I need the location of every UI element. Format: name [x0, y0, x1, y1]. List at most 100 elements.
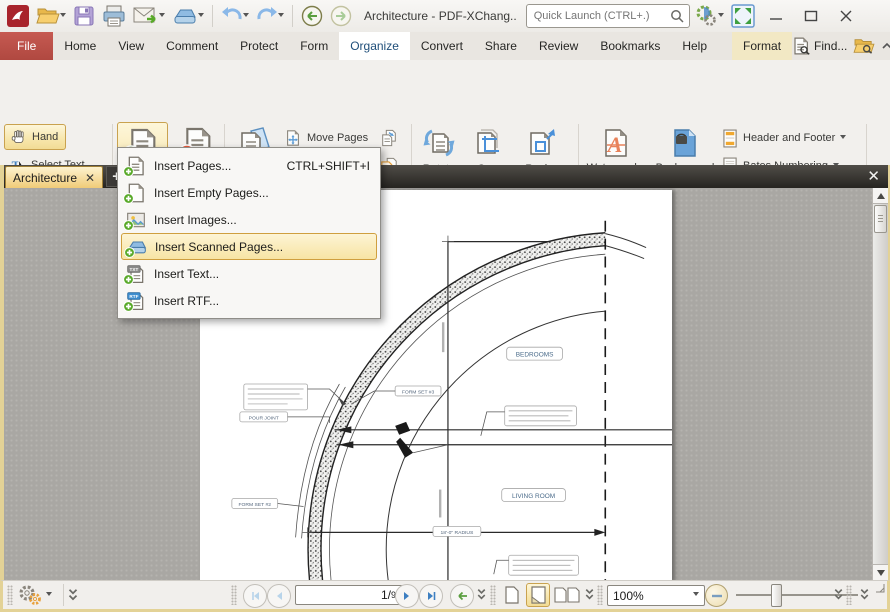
scrollbar-thumb[interactable] — [874, 205, 887, 233]
insert-pages-menu-icon — [126, 156, 146, 176]
redo-caret[interactable] — [278, 13, 284, 20]
menu-item-insert-scanned-pages[interactable]: Insert Scanned Pages... — [121, 233, 377, 260]
email-caret[interactable] — [159, 13, 165, 20]
zoom-out-button[interactable] — [705, 584, 728, 607]
background-icon — [669, 127, 701, 159]
first-page-button[interactable] — [243, 584, 267, 608]
right-grip[interactable] — [846, 585, 852, 605]
zoom-level-combo[interactable]: 100% — [607, 585, 705, 606]
hand-tool-label: Hand — [32, 131, 58, 143]
menu-item-insert-pages[interactable]: Insert Pages... CTRL+SHIFT+I — [121, 152, 377, 179]
search-icon — [670, 9, 684, 23]
last-page-button[interactable] — [419, 584, 443, 608]
statusbar-grip[interactable] — [7, 585, 13, 605]
document-tab-architecture[interactable]: Architecture ✕ — [5, 166, 103, 188]
menu-item-insert-empty-pages[interactable]: Insert Empty Pages... — [121, 179, 377, 206]
scroll-down-button[interactable] — [873, 564, 888, 580]
minimize-button[interactable] — [759, 4, 793, 28]
header-footer-caret[interactable] — [840, 135, 846, 142]
find-label: Find... — [814, 39, 847, 53]
hand-tool-button[interactable]: Hand — [4, 124, 66, 150]
menu-item-insert-text[interactable]: Insert Text... — [121, 260, 377, 287]
find-document-icon — [792, 37, 810, 55]
page-number-input[interactable]: 1/9 — [295, 585, 403, 605]
preferences-gears-button[interactable] — [691, 3, 727, 29]
expand-panel-button[interactable] — [67, 588, 79, 602]
zoom-combo-caret[interactable] — [693, 592, 699, 599]
zoom-slider-thumb[interactable] — [771, 584, 782, 607]
tab-review[interactable]: Review — [528, 32, 589, 60]
menu-item-label: Insert Images... — [154, 213, 237, 227]
preferences-caret[interactable] — [718, 13, 724, 20]
email-button[interactable] — [130, 3, 168, 29]
tab-protect[interactable]: Protect — [229, 32, 289, 60]
fit-width-layout-button[interactable] — [526, 583, 550, 607]
close-button[interactable] — [829, 4, 863, 28]
tab-format[interactable]: Format — [732, 32, 792, 60]
quick-launch-input[interactable] — [532, 9, 666, 23]
scan-button[interactable] — [169, 3, 207, 29]
zoom-more-chevron[interactable] — [833, 588, 844, 601]
find-button[interactable]: Find... — [792, 37, 847, 55]
statusbar-options-caret[interactable] — [46, 592, 52, 599]
living-room-label: LIVING ROOM — [512, 493, 555, 500]
open-file-caret[interactable] — [60, 13, 66, 20]
statusbar-options-button[interactable] — [17, 584, 52, 606]
rotate-pages-icon — [422, 127, 456, 159]
tab-view[interactable]: View — [107, 32, 155, 60]
undo-button[interactable] — [218, 3, 252, 29]
crop-pages-icon — [473, 127, 505, 159]
scroll-up-button[interactable] — [873, 188, 888, 204]
tab-organize[interactable]: Organize — [339, 32, 410, 60]
duplicate-pages-icon — [380, 129, 398, 147]
close-all-tabs-icon[interactable]: ✕ — [867, 167, 880, 185]
next-page-button[interactable] — [395, 584, 419, 608]
tab-share[interactable]: Share — [474, 32, 528, 60]
forward-button[interactable] — [327, 3, 355, 29]
pagenav-grip[interactable] — [231, 585, 237, 605]
single-page-layout-button[interactable] — [500, 583, 524, 607]
radius-dimension-label: 18'-0" RADIUS — [441, 530, 474, 536]
overflow-chevron[interactable] — [859, 588, 870, 601]
tab-bookmarks[interactable]: Bookmarks — [589, 32, 671, 60]
menu-item-insert-images[interactable]: Insert Images... — [121, 206, 377, 233]
undo-caret[interactable] — [243, 13, 249, 20]
two-page-layout-button[interactable] — [552, 583, 582, 607]
tab-form[interactable]: Form — [289, 32, 339, 60]
scan-caret[interactable] — [198, 13, 204, 20]
insert-scanned-pages-menu-icon — [127, 237, 147, 257]
view-history-chevron[interactable] — [476, 588, 487, 601]
fullscreen-button[interactable] — [728, 3, 758, 29]
save-button[interactable] — [70, 3, 98, 29]
window-title: Architecture - PDF-XChang.. — [364, 9, 517, 23]
insert-text-menu-icon — [126, 264, 146, 284]
maximize-button[interactable] — [794, 4, 828, 28]
header-and-footer-button[interactable]: Header and Footer — [723, 126, 846, 150]
form-set-upper-label: FORM SET #3 — [402, 389, 435, 395]
tab-help[interactable]: Help — [671, 32, 718, 60]
layout-more-chevron[interactable] — [584, 588, 595, 601]
menu-item-insert-rtf[interactable]: Insert RTF... — [121, 287, 377, 314]
tab-convert[interactable]: Convert — [410, 32, 474, 60]
quick-launch-box[interactable] — [526, 4, 690, 28]
tab-file[interactable]: File — [0, 32, 53, 60]
collapse-ribbon-icon[interactable] — [881, 41, 890, 51]
move-pages-label: Move Pages — [307, 132, 368, 144]
vertical-scrollbar[interactable] — [872, 188, 888, 580]
document-tab-close-icon[interactable]: ✕ — [85, 173, 95, 183]
redo-button[interactable] — [253, 3, 287, 29]
pour-joint-label: POUR JOINT — [249, 415, 279, 421]
duplicate-pages-button[interactable] — [380, 126, 398, 150]
print-button[interactable] — [99, 3, 129, 29]
previous-view-button[interactable] — [450, 584, 474, 608]
open-file-button[interactable] — [33, 3, 69, 29]
tab-comment[interactable]: Comment — [155, 32, 229, 60]
previous-page-button[interactable] — [267, 584, 291, 608]
back-button[interactable] — [298, 3, 326, 29]
zoom-grip[interactable] — [597, 585, 603, 605]
tab-home[interactable]: Home — [53, 32, 107, 60]
search-folder-icon[interactable] — [853, 37, 875, 55]
gears-icon — [17, 584, 43, 606]
layout-grip[interactable] — [490, 585, 496, 605]
corner-resize-icon — [875, 583, 885, 593]
